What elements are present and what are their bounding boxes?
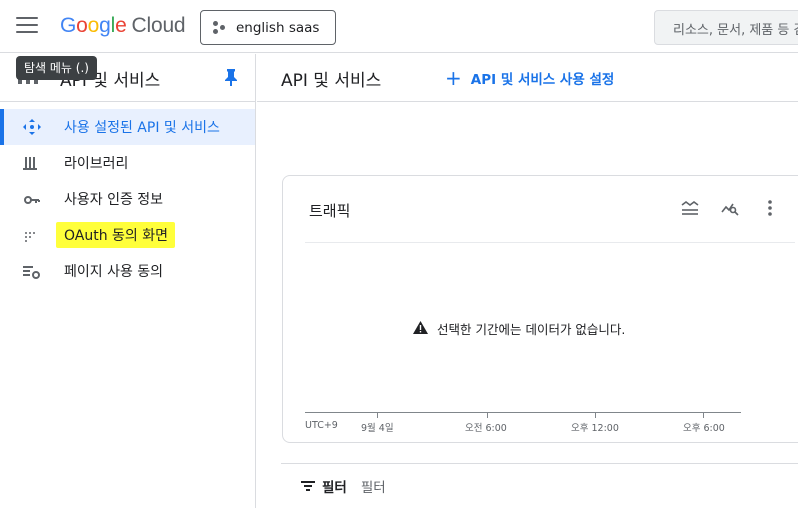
card-divider bbox=[305, 242, 795, 243]
filter-label: 필터 bbox=[322, 480, 347, 496]
api-diamond-icon bbox=[23, 119, 41, 135]
pin-icon[interactable] bbox=[224, 68, 238, 86]
page-title: API 및 서비스 bbox=[281, 71, 382, 91]
sidebar-item-label: 라이브러리 bbox=[64, 156, 129, 172]
settings-list-icon bbox=[23, 263, 41, 279]
traffic-card: 트래픽 선택한 기간에는 데이터가 없습니다. UTC+9 9월 4일 오전 6… bbox=[282, 175, 798, 443]
oauth-dots-icon bbox=[23, 227, 41, 243]
x-tick bbox=[703, 413, 704, 418]
sidebar-item-enabled-apis[interactable]: 사용 설정된 API 및 서비스 bbox=[0, 109, 255, 145]
x-axis-line bbox=[305, 412, 741, 413]
x-axis-label: 오후 6:00 bbox=[683, 423, 725, 434]
sidebar-item-label: 사용자 인증 정보 bbox=[64, 192, 164, 208]
sidebar-item-page-usage-agreement[interactable]: 페이지 사용 동의 bbox=[0, 253, 255, 289]
x-axis-label: 오후 12:00 bbox=[571, 423, 619, 434]
main-header: API 및 서비스 + API 및 서비스 사용 설정 bbox=[257, 54, 798, 102]
filter-bar: 필터 필터 bbox=[281, 463, 798, 508]
google-cloud-logo[interactable]: Google Cloud bbox=[60, 14, 186, 38]
sidebar-item-label: OAuth 동의 화면 bbox=[56, 222, 176, 248]
top-bar: Google Cloud english saas 리소스, 문서, 제품 등 검 bbox=[0, 0, 798, 53]
x-tick bbox=[595, 413, 596, 418]
main-content: API 및 서비스 + API 및 서비스 사용 설정 트래픽 선택한 기간에는… bbox=[257, 54, 798, 508]
sidebar-item-label: 페이지 사용 동의 bbox=[64, 264, 164, 280]
project-selector-button[interactable]: english saas bbox=[200, 10, 336, 45]
project-dots-icon bbox=[213, 20, 227, 35]
legend-toggle-icon[interactable] bbox=[681, 200, 699, 220]
sidebar: API 및 서비스 사용 설정된 API 및 서비스 라이브러리 사용자 인증 … bbox=[0, 54, 256, 508]
key-icon bbox=[23, 191, 41, 207]
no-data-text: 선택한 기간에는 데이터가 없습니다. bbox=[437, 322, 626, 337]
plus-icon: + bbox=[445, 66, 462, 90]
filter-icon[interactable] bbox=[301, 480, 315, 492]
sidebar-item-oauth-consent[interactable]: OAuth 동의 화면 bbox=[0, 217, 255, 253]
project-name: english saas bbox=[236, 19, 320, 36]
search-input[interactable]: 리소스, 문서, 제품 등 검 bbox=[654, 10, 798, 45]
x-tick bbox=[377, 413, 378, 418]
x-tick bbox=[487, 413, 488, 418]
enable-apis-label: API 및 서비스 사용 설정 bbox=[470, 72, 615, 88]
nav-menu-tooltip: 탐색 메뉴 (.) bbox=[16, 56, 97, 80]
enable-apis-button[interactable]: + API 및 서비스 사용 설정 bbox=[445, 68, 614, 88]
sidebar-item-credentials[interactable]: 사용자 인증 정보 bbox=[0, 181, 255, 217]
more-options-icon[interactable] bbox=[767, 200, 773, 220]
sidebar-nav: 사용 설정된 API 및 서비스 라이브러리 사용자 인증 정보 OAuth 동… bbox=[0, 109, 255, 289]
explore-chart-icon[interactable] bbox=[721, 200, 739, 220]
filter-input[interactable]: 필터 bbox=[361, 476, 386, 496]
x-axis-label: UTC+9 bbox=[305, 420, 338, 431]
no-data-message: 선택한 기간에는 데이터가 없습니다. bbox=[413, 319, 625, 338]
sidebar-item-label: 사용 설정된 API 및 서비스 bbox=[64, 120, 220, 136]
library-icon bbox=[23, 155, 41, 171]
warning-icon bbox=[413, 320, 428, 337]
x-axis-label: 9월 4일 bbox=[361, 423, 394, 434]
x-axis-label: 오전 6:00 bbox=[465, 423, 507, 434]
sidebar-item-library[interactable]: 라이브러리 bbox=[0, 145, 255, 181]
logo-cloud-text: Cloud bbox=[131, 14, 186, 37]
hamburger-menu-icon[interactable] bbox=[16, 17, 38, 35]
traffic-card-title: 트래픽 bbox=[309, 202, 351, 220]
